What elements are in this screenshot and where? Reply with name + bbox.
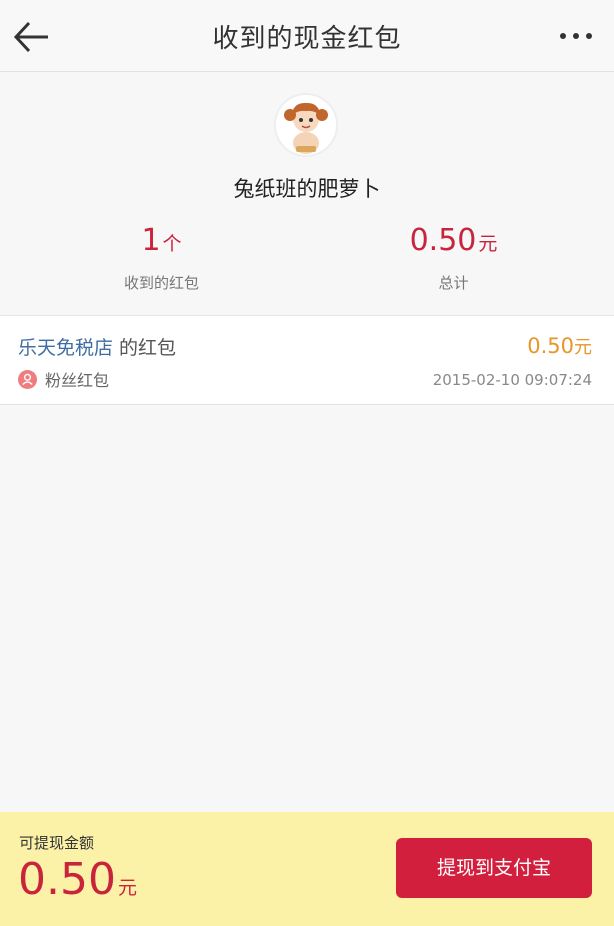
available-amount-label: 可提现金额 [19,834,95,852]
withdraw-footer: 可提现金额 0.50 元 提现到支付宝 [0,812,614,926]
summary-section: 兔纸班的肥萝卜 1个 收到的红包 0.50 元 总计 [0,73,614,313]
total-amount-stat: 0.50 元 总计 [300,223,607,293]
withdraw-to-alipay-button[interactable]: 提现到支付宝 [396,838,592,898]
available-amount-unit: 元 [117,877,137,899]
page-title: 收到的现金红包 [212,24,402,54]
record-title-suffix: 的红包 [119,337,177,359]
more-button[interactable] [556,22,596,50]
received-count-value: 1 [141,223,161,258]
user-name: 兔纸班的肥萝卜 [233,177,381,201]
record-type-label: 粉丝红包 [45,371,110,390]
cartoon-girl-avatar-icon [276,95,336,155]
red-packet-record[interactable]: 乐天免税店 的红包 粉丝红包 0.50元 2015-02-10 09:07:24 [0,315,614,405]
received-count-label: 收到的红包 [123,274,199,292]
top-navigation-bar: 收到的现金红包 [0,0,614,72]
shop-name-link[interactable]: 乐天免税店 [18,337,113,359]
record-type: 粉丝红包 [18,367,109,391]
total-amount-label: 总计 [438,274,469,292]
more-dots-icon [573,33,579,39]
received-count-stat: 1个 收到的红包 [8,223,315,293]
available-amount-value: 0.50 [18,854,116,905]
record-amount-value: 0.50 [527,334,574,358]
available-amount: 0.50 元 [18,854,137,905]
record-time: 2015-02-10 09:07:24 [432,371,592,389]
total-amount-value: 0.50 [409,223,477,258]
avatar [274,93,338,157]
record-title: 乐天免税店 的红包 [18,333,176,360]
received-count-unit: 个 [162,233,182,255]
record-amount: 0.50元 [527,333,592,359]
record-amount-unit: 元 [574,337,592,358]
more-dots-icon [560,33,566,39]
person-badge-icon [18,370,37,389]
total-amount-unit: 元 [478,233,498,255]
more-dots-icon [586,33,592,39]
